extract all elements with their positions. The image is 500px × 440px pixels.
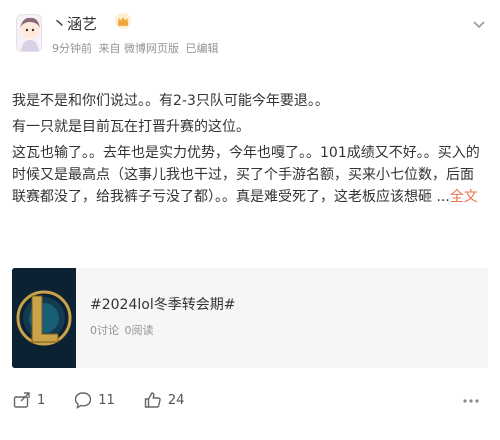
comment-count: 11	[98, 392, 115, 408]
post-time[interactable]: 9分钟前	[52, 42, 92, 55]
lol-logo-icon	[12, 268, 76, 368]
share-icon	[13, 392, 30, 408]
topic-reads: 0阅读	[124, 324, 154, 337]
more-icon[interactable]	[462, 392, 480, 410]
post-paragraph: 我是不是和你们说过。。有2-3只队可能今年要退。。	[12, 93, 329, 109]
like-button[interactable]: 24	[143, 390, 185, 410]
post-meta: 9分钟前 来自 微博网页版 已编辑	[52, 40, 222, 56]
comment-button[interactable]: 11	[73, 390, 115, 410]
topic-card[interactable]: #2024lol冬季转会期# 0讨论 0阅读	[12, 268, 488, 368]
post-paragraph: 这瓦也输了。。去年也是实力优势，今年也嘎了。。101成绩又不好。。买入的时候又是…	[12, 142, 484, 208]
share-button[interactable]: 1	[12, 390, 45, 410]
topic-stats: 0讨论 0阅读	[90, 322, 156, 338]
weibo-post: 丶涵艺 9分钟前 来自 微博网页版 已编辑 我是不是和你们说过。。有2-3只队可…	[0, 0, 500, 440]
action-bar: 1 11 24	[12, 388, 212, 412]
post-paragraph-text: 这瓦也输了。。去年也是实力优势，今年也嘎了。。101成绩又不好。。买入的时候又是…	[12, 145, 480, 205]
post-content: 我是不是和你们说过。。有2-3只队可能今年要退。。 有一只就是目前瓦在打晋升赛的…	[12, 90, 484, 212]
expand-full-text-link[interactable]: 全文	[450, 189, 478, 205]
like-count: 24	[167, 392, 185, 408]
author-name[interactable]: 丶涵艺	[52, 13, 97, 34]
topic-discussions: 0讨论	[90, 324, 119, 337]
topic-thumbnail	[12, 268, 76, 368]
avatar[interactable]	[16, 14, 42, 52]
chevron-down-icon[interactable]	[472, 20, 486, 30]
crown-icon[interactable]	[114, 12, 132, 30]
topic-title[interactable]: #2024lol冬季转会期#	[90, 294, 235, 314]
edited-label[interactable]: 已编辑	[186, 42, 219, 55]
post-source: 来自 微博网页版	[98, 42, 180, 55]
post-paragraph: 有一只就是目前瓦在打晋升赛的这位。	[12, 119, 250, 135]
comment-icon	[75, 392, 92, 409]
share-count: 1	[37, 392, 46, 408]
thumbs-up-icon	[144, 392, 161, 408]
